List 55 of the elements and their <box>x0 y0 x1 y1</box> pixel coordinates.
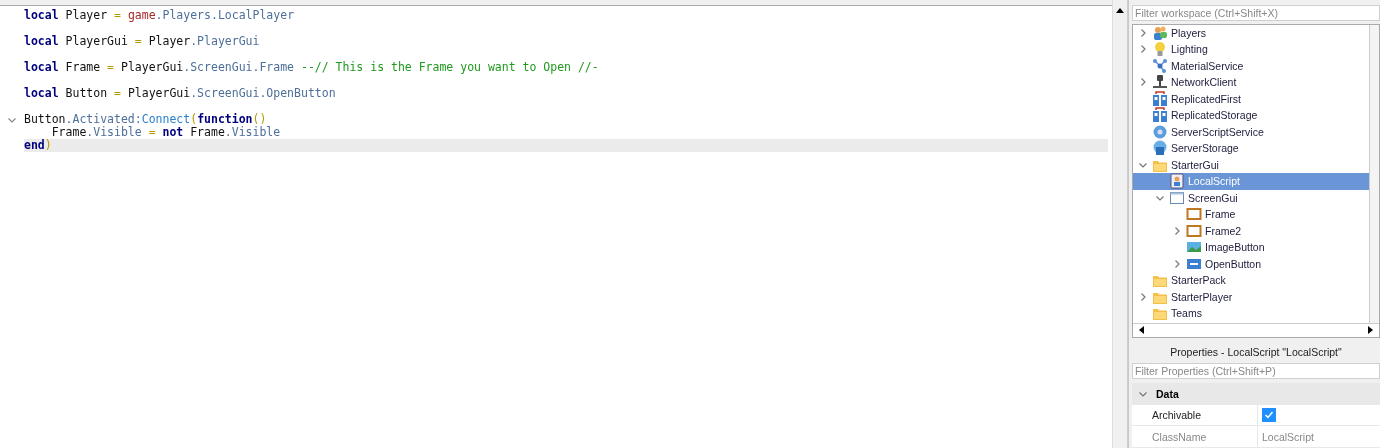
chevron-icon[interactable] <box>1138 291 1148 302</box>
chevron-icon[interactable] <box>1138 44 1148 55</box>
storage-icon <box>1152 140 1168 157</box>
code-line: local Player = game.Players.LocalPlayer <box>24 9 296 22</box>
script-icon <box>1169 173 1185 190</box>
tree-item[interactable]: Frame2 <box>1133 222 1369 240</box>
scroll-up-icon[interactable] <box>1116 8 1124 13</box>
window-icon <box>1169 189 1185 206</box>
tree-item[interactable]: StarterPlayer <box>1133 288 1369 306</box>
scroll-right-icon[interactable] <box>1368 326 1373 335</box>
chevron-icon[interactable] <box>1172 225 1182 236</box>
tree-item[interactable]: ServerStorage <box>1133 140 1369 157</box>
code-line: local PlayerGui = Player.PlayerGui <box>24 35 261 48</box>
chevron-icon[interactable] <box>1138 77 1148 88</box>
chevron-icon[interactable] <box>1138 27 1148 38</box>
tree-item[interactable]: ImageButton <box>1133 239 1369 256</box>
storage-icon <box>1152 90 1168 107</box>
tree-item[interactable]: Players <box>1133 24 1369 42</box>
nodes-icon <box>1152 57 1168 74</box>
tree-item[interactable]: Teams <box>1133 305 1369 322</box>
scrollbar[interactable] <box>1113 0 1128 448</box>
checkbox[interactable] <box>1262 408 1276 423</box>
storage-icon <box>1152 107 1168 124</box>
code-line: Frame.Visible = not Frame.Visible <box>50 126 282 139</box>
people-icon <box>1152 24 1168 41</box>
tree-item[interactable]: OpenButton <box>1133 255 1369 273</box>
code-line: local Frame = PlayerGui.ScreenGui.Frame --// This is the Frame you want to Open //- <box>24 61 600 74</box>
chevron-icon[interactable] <box>1172 258 1182 269</box>
tree-item[interactable]: Frame <box>1133 206 1369 223</box>
tree-item[interactable]: StarterPack <box>1133 272 1369 289</box>
tree-item[interactable]: ReplicatedStorage <box>1133 107 1369 124</box>
tree-item[interactable]: ServerScriptService <box>1133 123 1369 141</box>
property-name: Archivable <box>1132 404 1258 426</box>
tree-item[interactable]: ScreenGui <box>1133 189 1369 207</box>
tree-item[interactable]: Lighting <box>1133 41 1369 58</box>
scrollbar[interactable] <box>1369 24 1379 323</box>
tree-item[interactable]: ReplicatedFirst <box>1133 90 1369 108</box>
panel-title: Properties - LocalScript "LocalScript" <box>1170 345 1342 358</box>
filter-field[interactable]: Filter Properties (Ctrl+Shift+P) <box>1132 363 1380 380</box>
property-name: ClassName <box>1132 426 1258 447</box>
frame-icon <box>1186 206 1202 223</box>
code-line: local Button = PlayerGui.ScreenGui.OpenButton <box>24 87 337 100</box>
property-group[interactable]: Data <box>1132 383 1380 405</box>
light-bulb-icon <box>1152 41 1168 58</box>
scroll-left-icon[interactable] <box>1139 326 1144 335</box>
tree-item[interactable]: NetworkClient <box>1133 74 1369 91</box>
property-value: LocalScript <box>1262 430 1314 443</box>
group-label: Data <box>1156 387 1179 400</box>
network-icon <box>1152 74 1168 91</box>
frame-icon <box>1186 222 1202 239</box>
filter-field[interactable]: Filter workspace (Ctrl+Shift+X) <box>1132 4 1380 21</box>
tree-item[interactable]: StarterGui <box>1133 156 1369 174</box>
code-line: Button.Activated:Connect(function() <box>24 113 268 126</box>
tree-item[interactable]: MaterialService <box>1133 57 1369 75</box>
scrollbar[interactable] <box>1133 322 1379 337</box>
